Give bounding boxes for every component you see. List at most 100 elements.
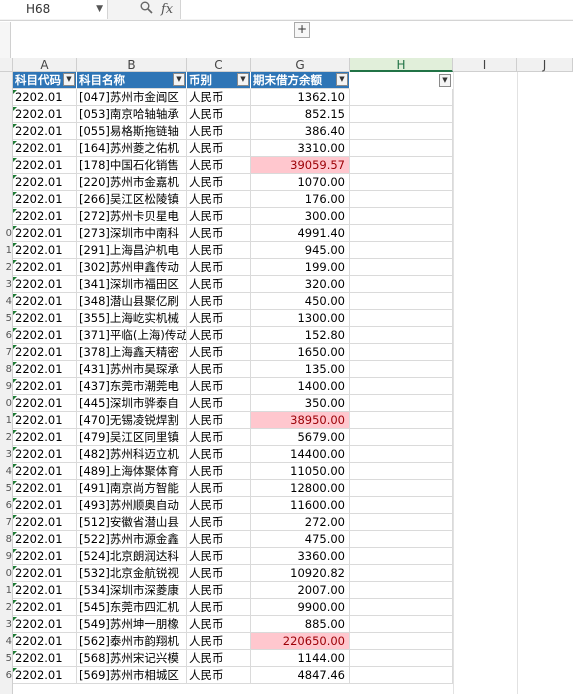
col-header-a[interactable]: A xyxy=(13,58,77,72)
cell-account-code[interactable]: 2202.01 xyxy=(13,446,77,463)
cell-account-code[interactable]: 2202.01 xyxy=(13,514,77,531)
cell-balance[interactable]: 1300.00 xyxy=(251,310,350,327)
filter-dropdown-icon[interactable]: ▼ xyxy=(173,73,185,86)
select-all-corner[interactable] xyxy=(0,58,13,72)
cell-empty[interactable] xyxy=(350,123,453,140)
cell-account-code[interactable]: 2202.01 xyxy=(13,361,77,378)
fx-icon[interactable]: fx xyxy=(161,2,173,17)
cell-currency[interactable]: 人民币 xyxy=(187,412,251,429)
cell-balance[interactable]: 176.00 xyxy=(251,191,350,208)
row-number[interactable]: 4 xyxy=(0,633,12,650)
cell-account-code[interactable]: 2202.01 xyxy=(13,565,77,582)
cell-balance[interactable]: 1650.00 xyxy=(251,344,350,361)
cell-balance[interactable]: 1362.10 xyxy=(251,89,350,106)
cell-balance[interactable]: 272.00 xyxy=(251,514,350,531)
cell-balance[interactable]: 199.00 xyxy=(251,259,350,276)
filter-dropdown-icon[interactable]: ▼ xyxy=(336,73,348,86)
cell-balance[interactable]: 5679.00 xyxy=(251,429,350,446)
row-number[interactable] xyxy=(0,123,12,140)
cell-account-name[interactable]: [568]苏州宋记兴模 xyxy=(77,650,187,667)
cell-balance[interactable]: 4991.40 xyxy=(251,225,350,242)
cell-account-name[interactable]: [534]深圳市深菱康 xyxy=(77,582,187,599)
row-number[interactable]: 3 xyxy=(0,616,12,633)
row-number[interactable]: 1 xyxy=(0,582,12,599)
cell-account-code[interactable]: 2202.01 xyxy=(13,327,77,344)
filter-dropdown-icon[interactable]: ▼ xyxy=(63,73,75,86)
header-cell-currency[interactable]: 币别 ▼ xyxy=(187,72,251,89)
cell-account-name[interactable]: [524]北京朗润达科 xyxy=(77,548,187,565)
cell-empty[interactable] xyxy=(350,429,453,446)
cell-balance[interactable]: 450.00 xyxy=(251,293,350,310)
row-number[interactable]: 0 xyxy=(0,395,12,412)
cell-account-name[interactable]: [437]东莞市潮莞电 xyxy=(77,378,187,395)
row-number[interactable]: 3 xyxy=(0,276,12,293)
cell-currency[interactable]: 人民币 xyxy=(187,225,251,242)
cell-account-code[interactable]: 2202.01 xyxy=(13,599,77,616)
cell-currency[interactable]: 人民币 xyxy=(187,480,251,497)
cell-currency[interactable]: 人民币 xyxy=(187,327,251,344)
cell-account-name[interactable]: [273]深圳市中南科 xyxy=(77,225,187,242)
cell-account-name[interactable]: [055]易格斯拖链轴 xyxy=(77,123,187,140)
cell-balance[interactable]: 220650.00 xyxy=(251,633,350,650)
cell-currency[interactable]: 人民币 xyxy=(187,310,251,327)
cell-currency[interactable]: 人民币 xyxy=(187,582,251,599)
row-number[interactable]: 9 xyxy=(0,378,12,395)
cell-account-name[interactable]: [371]平临(上海)传动 xyxy=(77,327,187,344)
cell-account-code[interactable]: 2202.01 xyxy=(13,174,77,191)
cell-empty[interactable] xyxy=(350,480,453,497)
cell-empty[interactable] xyxy=(350,616,453,633)
cell-account-name[interactable]: [220]苏州市金嘉机 xyxy=(77,174,187,191)
row-number[interactable]: 3 xyxy=(0,446,12,463)
cell-currency[interactable]: 人民币 xyxy=(187,276,251,293)
row-number[interactable]: 7 xyxy=(0,344,12,361)
cell-currency[interactable]: 人民币 xyxy=(187,89,251,106)
row-number[interactable]: 7 xyxy=(0,514,12,531)
cell-balance[interactable]: 386.40 xyxy=(251,123,350,140)
cell-balance[interactable]: 152.80 xyxy=(251,327,350,344)
cell-balance[interactable]: 11600.00 xyxy=(251,497,350,514)
cell-empty[interactable] xyxy=(350,276,453,293)
row-number[interactable]: 1 xyxy=(0,242,12,259)
cell-empty[interactable] xyxy=(350,582,453,599)
cell-empty[interactable] xyxy=(350,157,453,174)
col-header-h[interactable]: H xyxy=(350,58,453,72)
cell-currency[interactable]: 人民币 xyxy=(187,106,251,123)
cell-currency[interactable]: 人民币 xyxy=(187,633,251,650)
row-number[interactable]: 5 xyxy=(0,480,12,497)
cell-account-name[interactable]: [512]安徽省潜山县 xyxy=(77,514,187,531)
cell-empty[interactable] xyxy=(350,548,453,565)
cell-account-name[interactable]: [291]上海昌沪机电 xyxy=(77,242,187,259)
cell-empty[interactable] xyxy=(350,667,453,684)
cell-empty[interactable] xyxy=(350,463,453,480)
col-header-c[interactable]: C xyxy=(187,58,251,72)
cell-account-code[interactable]: 2202.01 xyxy=(13,429,77,446)
cell-account-name[interactable]: [053]南京哈轴轴承 xyxy=(77,106,187,123)
cell-account-code[interactable]: 2202.01 xyxy=(13,480,77,497)
row-number[interactable]: 0 xyxy=(0,565,12,582)
cell-empty[interactable] xyxy=(350,208,453,225)
cell-currency[interactable]: 人民币 xyxy=(187,378,251,395)
cell-account-code[interactable]: 2202.01 xyxy=(13,157,77,174)
chevron-down-icon[interactable]: ▼ xyxy=(96,0,103,19)
cell-empty[interactable] xyxy=(350,412,453,429)
cell-empty[interactable] xyxy=(350,395,453,412)
row-number[interactable]: 2 xyxy=(0,429,12,446)
cell-account-code[interactable]: 2202.01 xyxy=(13,378,77,395)
cell-balance[interactable]: 4847.46 xyxy=(251,667,350,684)
cell-balance[interactable]: 9900.00 xyxy=(251,599,350,616)
col-header-i[interactable]: I xyxy=(453,58,517,72)
row-number[interactable] xyxy=(0,89,12,106)
cell-account-name[interactable]: [445]深圳市骅泰自 xyxy=(77,395,187,412)
cell-empty[interactable] xyxy=(350,225,453,242)
row-number[interactable]: 6 xyxy=(0,667,12,684)
cell-balance[interactable]: 852.15 xyxy=(251,106,350,123)
cell-account-name[interactable]: [272]苏州卡贝星电 xyxy=(77,208,187,225)
cell-currency[interactable]: 人民币 xyxy=(187,259,251,276)
cell-account-name[interactable]: [532]北京金航锐视 xyxy=(77,565,187,582)
col-header-g[interactable]: G xyxy=(251,58,350,72)
header-cell-code[interactable]: 科目代码 ▼ xyxy=(13,72,77,89)
filter-dropdown-icon[interactable]: ▼ xyxy=(237,73,249,86)
cell-currency[interactable]: 人民币 xyxy=(187,650,251,667)
cell-account-code[interactable]: 2202.01 xyxy=(13,667,77,684)
cell-account-code[interactable]: 2202.01 xyxy=(13,225,77,242)
